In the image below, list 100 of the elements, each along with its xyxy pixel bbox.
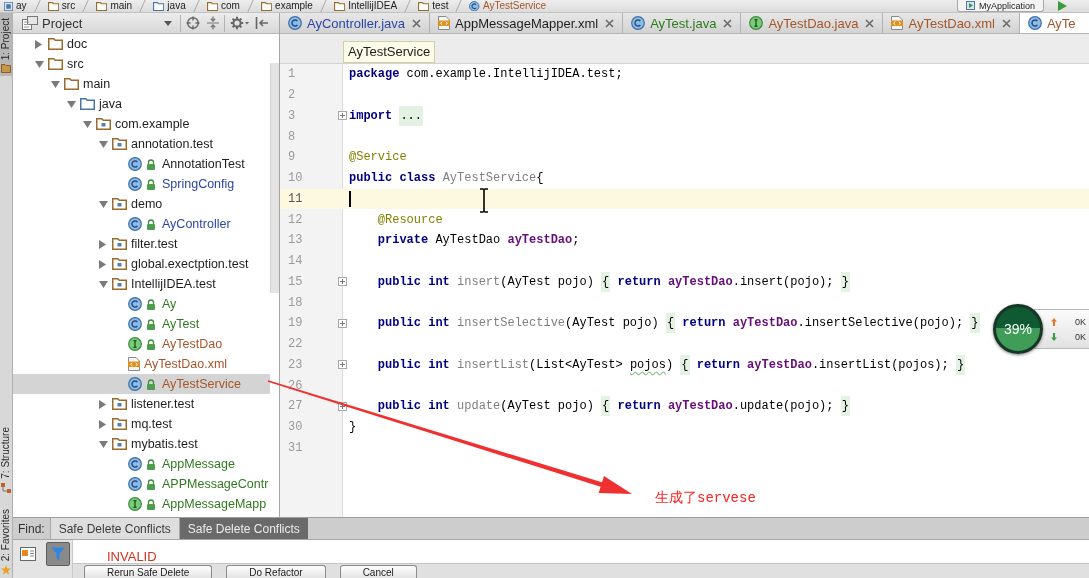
caret-down-icon[interactable] — [99, 440, 108, 448]
caret-down-icon[interactable] — [99, 200, 108, 208]
dropdown-caret-icon — [164, 20, 172, 26]
project-view-icon — [22, 16, 38, 30]
caret-right-icon[interactable] — [99, 419, 106, 429]
dialog-button[interactable]: Cancel — [339, 565, 417, 578]
editor-tab[interactable]: AyController.java — [280, 13, 431, 33]
application-icon — [965, 1, 975, 10]
breadcrumb-item[interactable]: AyTestService — [469, 0, 547, 12]
xml-file-icon — [128, 357, 140, 371]
settings-icon[interactable] — [230, 16, 249, 30]
run-config-dropdown[interactable]: MyApplication — [956, 0, 1044, 12]
breadcrumb-item[interactable]: src — [47, 0, 76, 12]
lock-icon — [146, 378, 156, 390]
plus-square-icon[interactable] — [337, 360, 347, 370]
tree-item[interactable]: main — [13, 74, 270, 94]
package-icon — [112, 198, 127, 210]
tree-item[interactable]: filter.test — [13, 234, 270, 254]
class-icon — [288, 16, 302, 30]
tool-window-button[interactable]: 7: Structure — [0, 422, 12, 496]
line-number: 31 — [288, 440, 303, 455]
tree-item[interactable]: listener.test — [13, 394, 270, 414]
lock-icon — [146, 158, 156, 170]
crosshair-icon[interactable] — [186, 16, 200, 30]
tree-item[interactable]: demo — [13, 194, 270, 214]
breadcrumb-item[interactable]: AyTestService — [343, 41, 436, 63]
tree-item[interactable]: AnnotationTest — [13, 154, 270, 174]
tree-item[interactable]: mq.test — [13, 414, 270, 434]
caret-right-icon[interactable] — [99, 239, 106, 249]
tree-item[interactable]: com.example — [13, 114, 270, 134]
collapse-icon[interactable] — [206, 16, 220, 30]
scrollbar-thumb[interactable] — [270, 63, 279, 293]
line-number: 30 — [288, 420, 303, 435]
tree-item[interactable]: annotation.test — [13, 134, 270, 154]
tree-item[interactable]: java — [13, 94, 270, 114]
dialog-button[interactable]: Do Refactor — [226, 565, 326, 578]
breadcrumb-item[interactable]: com — [206, 0, 240, 12]
caret-right-icon[interactable] — [35, 39, 42, 49]
tree-item[interactable]: AppMessage — [13, 454, 270, 474]
result-item[interactable]: INVALID — [107, 550, 157, 564]
tree-item[interactable]: SpringConfig — [13, 174, 270, 194]
dialog-button[interactable]: Rerun Safe Delete — [84, 565, 213, 578]
caret-down-icon[interactable] — [51, 80, 60, 88]
close-icon[interactable] — [412, 18, 422, 28]
editor-tab[interactable]: AyTe — [1019, 13, 1089, 33]
close-icon[interactable] — [723, 18, 733, 28]
package-icon — [96, 118, 111, 130]
line-number: 8 — [288, 129, 296, 144]
caret-down-icon[interactable] — [99, 140, 108, 148]
editor-tab[interactable]: AppMessageMapper.xml — [430, 13, 624, 33]
plus-square-icon[interactable] — [337, 111, 347, 121]
xml-file-icon — [891, 16, 904, 30]
xml-file-icon — [438, 16, 451, 30]
breadcrumb-item[interactable]: ay — [4, 0, 27, 12]
tree-item[interactable]: doc — [13, 34, 270, 54]
editor-tab[interactable]: AyTestDao.java — [741, 13, 884, 33]
caret-down-icon[interactable] — [35, 60, 44, 68]
caret-right-icon[interactable] — [99, 399, 106, 409]
view-dropdown[interactable]: Project — [19, 13, 176, 33]
close-icon[interactable] — [1001, 18, 1011, 28]
tree-item[interactable]: AyTest — [13, 314, 270, 334]
folder-icon — [1, 64, 11, 74]
tree-item[interactable]: IntellijIDEA.test — [13, 274, 270, 294]
tree-item[interactable]: Ay — [13, 294, 270, 314]
filter-toggle[interactable] — [46, 542, 70, 566]
find-tab[interactable]: Safe Delete Conflicts — [49, 518, 179, 539]
tool-window-button[interactable]: 2: Favorites — [0, 503, 12, 578]
tree-item[interactable]: AyTestDao.xml — [13, 354, 270, 374]
play-icon[interactable] — [1058, 1, 1067, 11]
editor-tab[interactable]: AyTest.java — [623, 13, 742, 33]
caret-down-icon[interactable] — [83, 120, 92, 128]
tree-item[interactable]: AppMessageMapp — [13, 494, 270, 514]
editor-tab[interactable]: AyTestDao.xml — [883, 13, 1020, 33]
caret-down-icon[interactable] — [99, 280, 108, 288]
breadcrumb-item[interactable]: java — [153, 0, 186, 12]
tool-window-button[interactable]: 1: Project — [0, 13, 12, 77]
star-icon — [1, 565, 11, 575]
line-number: 3 — [288, 108, 296, 123]
tree-item[interactable]: src — [13, 54, 270, 74]
breadcrumb-item[interactable]: test — [418, 0, 449, 12]
breadcrumb-item[interactable]: IntellijIDEA — [333, 0, 398, 12]
find-tab[interactable]: Safe Delete Conflicts — [178, 518, 308, 539]
package-icon — [112, 258, 127, 270]
plus-square-icon[interactable] — [337, 277, 347, 287]
close-icon[interactable] — [605, 18, 615, 28]
hide-icon[interactable] — [255, 16, 269, 30]
class-icon — [128, 317, 142, 331]
plus-square-icon[interactable] — [337, 318, 347, 328]
tree-item[interactable]: AyTestService — [13, 374, 270, 394]
breadcrumb-item[interactable]: example — [260, 0, 313, 12]
tree-item[interactable]: AyController — [13, 214, 270, 234]
tree-item[interactable]: AyTestDao — [13, 334, 270, 354]
class-icon — [128, 217, 142, 231]
tree-item[interactable]: APPMessageContr — [13, 474, 270, 494]
tree-item[interactable]: global.exectption.test — [13, 254, 270, 274]
caret-right-icon[interactable] — [99, 259, 106, 269]
breadcrumb-item[interactable]: main — [96, 0, 133, 12]
close-icon[interactable] — [865, 18, 875, 28]
caret-down-icon[interactable] — [67, 100, 76, 108]
tree-item[interactable]: mybatis.test — [13, 434, 270, 454]
